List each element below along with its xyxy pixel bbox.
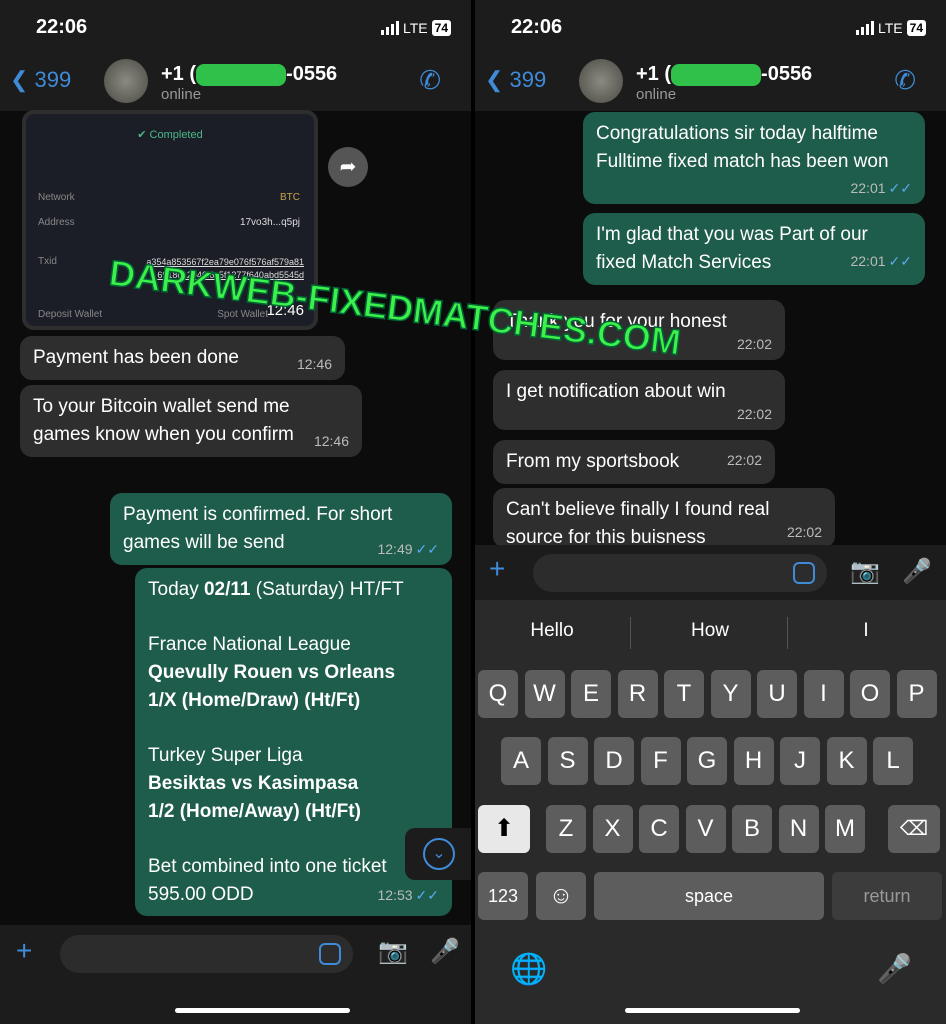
key-z[interactable]: Z — [546, 805, 586, 853]
key-o[interactable]: O — [850, 670, 890, 718]
status-bar: 22:06 LTE 74 — [475, 0, 946, 55]
numbers-key[interactable]: 123 — [478, 872, 528, 920]
back-button[interactable]: ❮ 399 — [485, 67, 546, 93]
right-chat-screen: 22:06 LTE 74 ❮ 399 +1 (-0556 online ✆ Con… — [475, 0, 946, 1024]
microphone-icon[interactable]: 🎤 — [430, 937, 460, 966]
contact-name[interactable]: +1 (-0556 — [161, 63, 337, 86]
battery-icon: 74 — [906, 20, 926, 36]
message-bubble[interactable]: Payment is confirmed. For short games wi… — [110, 493, 452, 565]
read-ticks-icon: ✓✓ — [888, 253, 912, 269]
read-ticks-icon: ✓✓ — [888, 180, 912, 196]
emoji-key[interactable]: ☺ — [536, 872, 586, 920]
home-indicator — [175, 1008, 350, 1013]
sticker-icon[interactable] — [319, 943, 341, 965]
clock: 22:06 — [511, 16, 563, 38]
completed-status: ✔ Completed — [137, 129, 203, 141]
camera-icon[interactable]: 📷 — [850, 557, 880, 586]
home-indicator — [625, 1008, 800, 1013]
signal-icon — [856, 21, 874, 35]
message-bubble[interactable]: From my sportsbook 22:02 — [493, 440, 775, 484]
signal-icon — [381, 21, 399, 35]
key-w[interactable]: W — [524, 670, 565, 718]
plus-icon[interactable]: + — [489, 553, 505, 585]
divider — [787, 617, 788, 649]
key-x[interactable]: X — [592, 805, 633, 853]
delete-key[interactable]: ⌫ — [888, 805, 940, 853]
chat-header: ❮ 399 +1 (-0556 online ✆ — [0, 55, 471, 111]
add-call-icon[interactable]: ✆ — [419, 65, 441, 96]
battery-icon: 74 — [431, 20, 451, 36]
key-s[interactable]: S — [547, 737, 588, 785]
chat-header: ❮ 399 +1 (-0556 online ✆ — [475, 55, 946, 111]
network-label: LTE — [878, 20, 903, 36]
key-n[interactable]: N — [778, 805, 819, 853]
plus-icon[interactable]: + — [16, 935, 32, 967]
message-bubble[interactable]: Congratulations sir today halftime Fullt… — [583, 112, 925, 204]
key-h[interactable]: H — [733, 737, 774, 785]
suggestion[interactable]: How — [635, 620, 785, 642]
suggestion[interactable]: Hello — [477, 620, 627, 642]
read-ticks-icon: ✓✓ — [415, 887, 439, 903]
message-input[interactable] — [60, 935, 353, 973]
dictation-mic-icon[interactable]: 🎤 — [877, 952, 912, 985]
key-l[interactable]: L — [873, 737, 913, 785]
return-key[interactable]: return — [832, 872, 942, 920]
key-q[interactable]: Q — [478, 670, 518, 718]
key-u[interactable]: U — [757, 670, 797, 718]
left-chat-screen: 22:06 LTE 74 ❮ 399 +1 (-0556 online ✆ ✔ C… — [0, 0, 471, 1024]
message-input[interactable] — [533, 554, 827, 592]
key-a[interactable]: A — [501, 737, 541, 785]
key-f[interactable]: F — [640, 737, 681, 785]
key-e[interactable]: E — [571, 670, 611, 718]
message-bubble[interactable]: I'm glad that you was Part of our fixed … — [583, 213, 925, 285]
key-r[interactable]: R — [617, 670, 658, 718]
shift-key[interactable]: ⬆ — [478, 805, 530, 853]
redaction — [196, 63, 287, 86]
key-m[interactable]: M — [825, 805, 865, 853]
divider — [630, 617, 631, 649]
globe-icon[interactable]: 🌐 — [510, 952, 547, 987]
microphone-icon[interactable]: 🎤 — [902, 557, 932, 586]
message-bubble[interactable]: Can't believe finally I found real sourc… — [493, 488, 835, 548]
avatar[interactable] — [579, 59, 623, 103]
composer-bar: + 📷 🎤 — [475, 545, 946, 601]
read-ticks-icon: ✓✓ — [415, 541, 439, 557]
space-key[interactable]: space — [594, 872, 824, 920]
key-v[interactable]: V — [685, 805, 726, 853]
key-p[interactable]: P — [896, 670, 937, 718]
key-d[interactable]: D — [594, 737, 634, 785]
sticker-icon[interactable] — [793, 562, 815, 584]
message-bubble[interactable]: To your Bitcoin wallet send me games kno… — [20, 385, 362, 457]
key-k[interactable]: K — [826, 737, 867, 785]
suggestion[interactable]: I — [791, 620, 941, 642]
presence-status: online — [636, 86, 677, 103]
chevron-down-icon: ⌄ — [423, 838, 455, 870]
scroll-to-bottom-button[interactable]: ⌄ — [405, 828, 471, 880]
network-label: LTE — [403, 20, 428, 36]
contact-name[interactable]: +1 (-0556 — [636, 63, 812, 86]
key-y[interactable]: Y — [710, 670, 751, 718]
key-c[interactable]: C — [639, 805, 679, 853]
message-bubble[interactable]: Payment has been done 12:46 — [20, 336, 345, 380]
avatar[interactable] — [104, 59, 148, 103]
clock: 22:06 — [36, 16, 88, 38]
message-bubble[interactable]: I get notification about win 22:02 — [493, 370, 785, 430]
key-b[interactable]: B — [732, 805, 772, 853]
key-j[interactable]: J — [780, 737, 820, 785]
key-g[interactable]: G — [687, 737, 727, 785]
add-call-icon[interactable]: ✆ — [894, 65, 916, 96]
composer-bar: + 📷 🎤 — [0, 925, 471, 1024]
forward-button[interactable]: ➦ — [328, 147, 368, 187]
key-i[interactable]: I — [803, 670, 844, 718]
redaction — [671, 63, 762, 86]
presence-status: online — [161, 86, 202, 103]
camera-icon[interactable]: 📷 — [378, 937, 408, 966]
back-button[interactable]: ❮ 399 — [10, 67, 71, 93]
key-t[interactable]: T — [664, 670, 704, 718]
status-bar: 22:06 LTE 74 — [0, 0, 471, 55]
